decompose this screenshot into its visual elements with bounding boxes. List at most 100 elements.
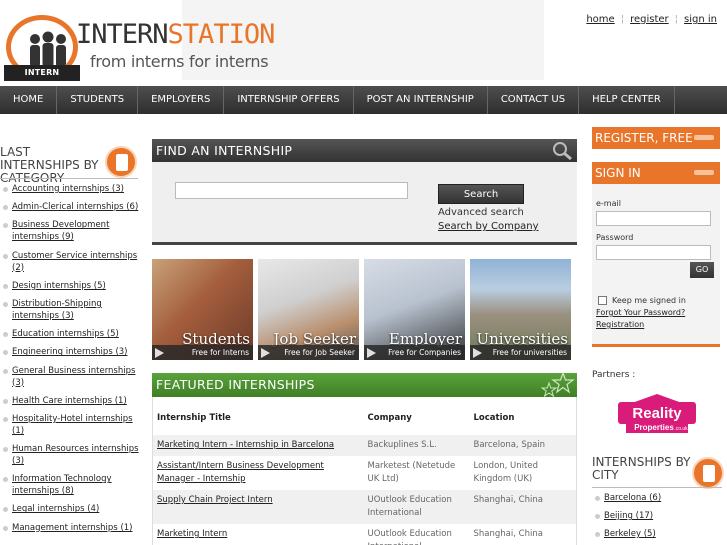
featured-header: FEATURED INTERNSHIPS — [152, 371, 577, 398]
tile-employer[interactable]: Employer Free for Companies — [364, 259, 465, 360]
category-link[interactable]: Engineering internships (3) — [12, 347, 128, 357]
nav-students[interactable]: STUDENTS — [57, 86, 139, 114]
tile-subtitle: Free for universities — [492, 348, 567, 357]
category-link[interactable]: Management internships (1) — [12, 523, 132, 533]
logo-badge: INTERN STATION — [4, 65, 80, 93]
category-link[interactable]: Distribution-Shipping internships (3) — [12, 299, 102, 321]
list-item: Design internships (5) — [0, 280, 140, 292]
category-link[interactable]: Education internships (5) — [12, 329, 119, 339]
category-section-title: LAST INTERNSHIPS BY CATEGORY — [0, 145, 99, 185]
category-link[interactable]: Business Development internships (9) — [12, 220, 109, 242]
partner-logo-line1: Reality — [632, 405, 682, 422]
table-row: Supply Chain Project Intern UOutlook Edu… — [152, 490, 577, 524]
site-logo[interactable]: INTERN STATION INTERNSTATION from intern… — [4, 15, 294, 93]
partner-logo-suffix: .co.uk — [674, 426, 688, 432]
internship-title-link[interactable]: Marketing Intern - Internship in Barcelo… — [157, 440, 334, 450]
column-header: Location — [473, 413, 515, 423]
separator: ¦ — [674, 14, 679, 25]
register-free-label: REGISTER, FREE — [595, 131, 693, 145]
column-header: Company — [367, 413, 412, 423]
list-item: Human Resources internships (3) — [0, 443, 140, 467]
list-item: Beijing (17) — [592, 510, 722, 522]
partners-label: Partners : — [592, 370, 636, 380]
partner-logo-line2: Properties — [634, 423, 674, 432]
column-header: Internship Title — [157, 413, 231, 423]
password-label: Password — [596, 233, 634, 242]
list-item: Admin-Clerical internships (6) — [0, 201, 140, 213]
category-link[interactable]: Legal internships (4) — [12, 504, 99, 514]
reality-properties-logo[interactable]: Reality Properties .co.uk — [618, 394, 696, 434]
list-item: Accounting internships (3) — [0, 183, 140, 195]
nav-internship-offers[interactable]: INTERNSHIP OFFERS — [224, 86, 354, 114]
nav-contact-us[interactable]: CONTACT US — [488, 86, 580, 114]
keep-signed-in-checkbox[interactable] — [598, 296, 607, 305]
arrow-right-icon — [694, 170, 714, 175]
advanced-search-link[interactable]: Advanced search — [438, 207, 524, 218]
arrow-right-icon — [473, 348, 482, 358]
list-item: General Business internships (3) — [0, 365, 140, 389]
password-field[interactable] — [596, 245, 711, 260]
tile-job-seeker[interactable]: Job Seeker Free for Job Seeker — [258, 259, 359, 360]
registration-link[interactable]: Registration — [596, 320, 644, 329]
table-cell: Marketest (Netetude UK Ltd) — [367, 461, 456, 484]
city-link[interactable]: Berkeley (5) — [604, 529, 656, 539]
nav-help-center[interactable]: HELP CENTER — [579, 86, 675, 114]
signin-title: SIGN IN — [595, 166, 641, 180]
city-link[interactable]: Beijing (17) — [604, 511, 653, 521]
signin-panel: SIGN IN e-mail Password GO Keep me signe… — [592, 162, 720, 347]
nav-home[interactable]: HOME — [0, 86, 58, 114]
register-free-button[interactable]: REGISTER, FREE — [592, 127, 720, 149]
logo-word-station: STATION — [167, 19, 276, 50]
list-item: Hospitality-Hotel internships (1) — [0, 413, 140, 437]
tile-subtitle: Free for Interns — [191, 348, 249, 357]
category-link[interactable]: Customer Service internships (2) — [12, 251, 137, 273]
forgot-password-link[interactable]: Forgot Your Password? — [596, 308, 685, 317]
list-item: Information Technology internships (8) — [0, 473, 140, 497]
logo-word-intern: INTERN — [76, 19, 169, 50]
category-link[interactable]: General Business internships (3) — [12, 366, 135, 388]
home-link[interactable]: home — [586, 14, 614, 25]
table-cell: Supply Chain Project Intern — [152, 490, 364, 524]
divider — [0, 178, 138, 179]
signin-link[interactable]: sign in — [684, 14, 717, 25]
tile-universities[interactable]: Universities Free for universities — [470, 259, 571, 360]
go-button[interactable]: GO — [690, 262, 714, 278]
table-cell: Shanghai, China — [473, 529, 543, 539]
list-item: Barcelona (6) — [592, 492, 722, 504]
tile-students[interactable]: Students Free for Interns — [152, 259, 253, 360]
list-item: Education internships (5) — [0, 328, 140, 340]
category-link[interactable]: Human Resources internships (3) — [12, 444, 139, 466]
category-link[interactable]: Health Care internships (1) — [12, 396, 127, 406]
tile-subtitle: Free for Job Seeker — [284, 348, 355, 357]
category-link[interactable]: Admin-Clerical internships (6) — [12, 202, 138, 212]
email-field[interactable] — [596, 211, 711, 226]
internship-title-link[interactable]: Supply Chain Project Intern — [157, 495, 273, 505]
email-label: e-mail — [596, 199, 621, 208]
table-header-row: Internship Title Company Location — [153, 397, 577, 435]
arrow-right-icon — [367, 348, 376, 358]
divider — [592, 487, 722, 488]
internship-title-link[interactable]: Marketing Intern — [157, 529, 227, 539]
table-row: Marketing Intern UOutlook Education Inte… — [153, 524, 577, 545]
register-link[interactable]: register — [630, 14, 669, 25]
search-by-company-link[interactable]: Search by Company — [438, 221, 539, 232]
main-nav: HOME STUDENTS EMPLOYERS INTERNSHIP OFFER… — [0, 86, 727, 114]
note-icon — [692, 457, 724, 489]
nav-post-internship[interactable]: POST AN INTERNSHIP — [354, 86, 488, 114]
internship-title-link[interactable]: Assistant/Intern Business Development Ma… — [157, 461, 324, 484]
search-input[interactable] — [175, 182, 408, 199]
category-link[interactable]: Hospitality-Hotel internships (1) — [12, 414, 133, 436]
nav-employers[interactable]: EMPLOYERS — [138, 86, 225, 114]
category-link[interactable]: Information Technology internships (8) — [12, 474, 112, 496]
separator: ¦ — [620, 14, 625, 25]
table-cell: UOutlook Education International — [367, 529, 452, 545]
city-link[interactable]: Barcelona (6) — [604, 493, 661, 503]
category-link[interactable]: Design internships (5) — [12, 281, 106, 291]
list-item: Berkeley (5) — [592, 528, 722, 540]
list-item: Management internships (1) — [0, 522, 140, 534]
arrow-right-icon — [261, 348, 270, 358]
category-link[interactable]: Accounting internships (3) — [12, 184, 124, 194]
search-button[interactable]: Search — [438, 184, 524, 204]
table-cell: Marketing Intern — [153, 524, 364, 545]
top-links: home ¦ register ¦ sign in — [586, 14, 717, 25]
